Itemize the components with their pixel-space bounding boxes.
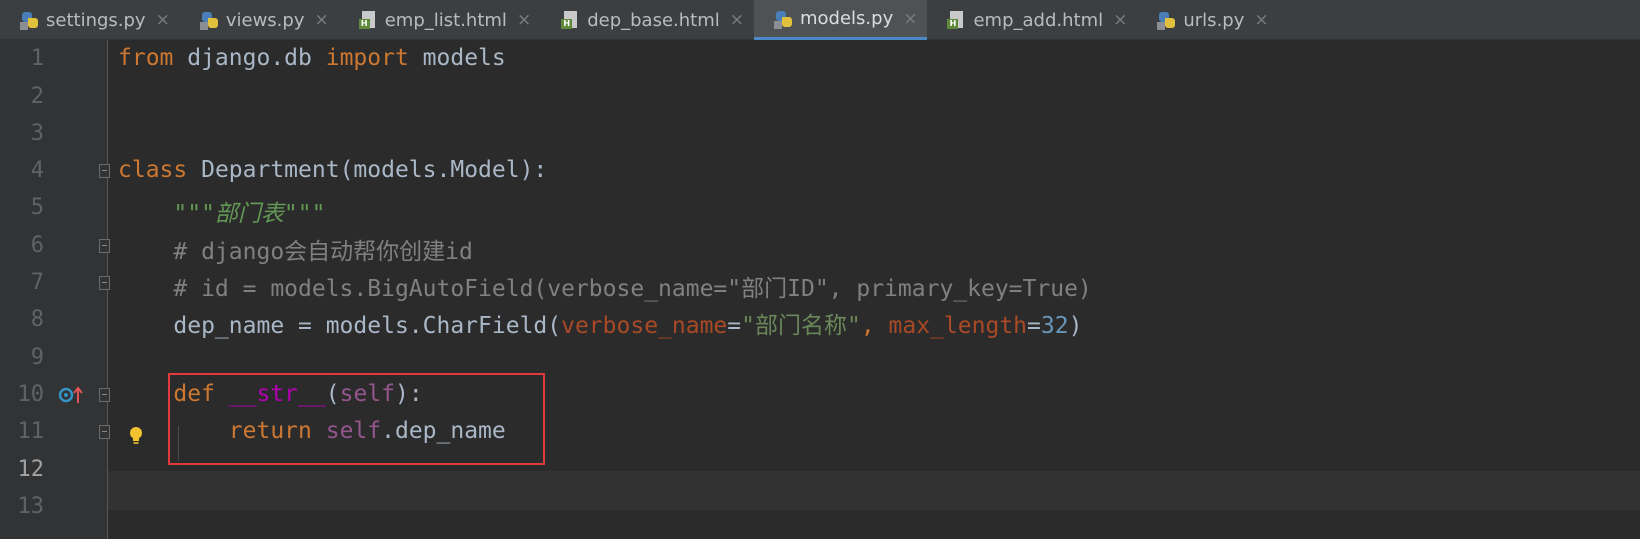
- html-file-icon: H: [358, 10, 379, 30]
- line-number: 8: [30, 307, 44, 332]
- code-line-4: class Department(models.Model):: [118, 157, 547, 183]
- code-editor[interactable]: 1 2 3 4 5 6 7 8 9 10 11 12 13 from djang…: [0, 40, 1640, 539]
- close-icon[interactable]: ×: [903, 9, 917, 29]
- line-number-current: 12: [17, 457, 45, 482]
- close-icon[interactable]: ×: [156, 10, 170, 30]
- python-file-icon: [20, 10, 40, 30]
- tab-label: settings.py: [46, 9, 146, 31]
- tab-label: emp_add.html: [973, 9, 1104, 31]
- tab-label: models.py: [800, 8, 894, 29]
- token-keyword: import: [325, 45, 409, 71]
- tab-emp-list-html[interactable]: H emp_list.html ×: [339, 0, 541, 40]
- tab-label: views.py: [225, 9, 305, 31]
- code-line-6: # django会自动帮你创建id: [118, 232, 473, 266]
- token-text: =: [1027, 313, 1041, 339]
- tab-urls-py[interactable]: urls.py ×: [1137, 0, 1278, 40]
- token-text: ): [1068, 313, 1083, 339]
- line-number: 3: [30, 121, 44, 146]
- caret-row-highlight: [0, 471, 1640, 510]
- code-line-5: """部门表""": [118, 194, 325, 228]
- token-kwarg: verbose_name: [561, 313, 728, 339]
- close-icon[interactable]: ×: [1254, 10, 1268, 30]
- token-keyword: class: [118, 157, 188, 183]
- token-docstring: """部门表""": [118, 201, 326, 227]
- override-method-icon[interactable]: [58, 385, 84, 405]
- line-number: 11: [17, 419, 45, 444]
- token-comment: # django会自动帮你创建id: [118, 239, 473, 265]
- line-number: 13: [17, 494, 45, 519]
- token-kwarg: max_length: [888, 313, 1028, 339]
- fold-toggle-icon[interactable]: [99, 425, 110, 439]
- token-number: 32: [1040, 313, 1069, 339]
- python-file-icon: [199, 10, 220, 30]
- html-file-icon: H: [561, 10, 581, 30]
- token-string: "部门名称": [741, 313, 861, 339]
- line-number: 5: [30, 195, 44, 220]
- code-line-1: from django.db import models: [118, 45, 506, 71]
- python-file-icon: [1157, 10, 1177, 30]
- editor-tab-bar: settings.py × views.py × H emp_list.html…: [0, 0, 1640, 40]
- tab-views-py[interactable]: views.py ×: [180, 0, 339, 40]
- tab-label: emp_list.html: [384, 9, 507, 31]
- line-number: 6: [30, 233, 44, 258]
- fold-toggle-icon[interactable]: [99, 276, 110, 290]
- html-file-icon: H: [947, 10, 967, 30]
- fold-toggle-icon[interactable]: [99, 239, 110, 253]
- token-text: Department(models.Model):: [187, 157, 548, 183]
- close-icon[interactable]: ×: [314, 10, 328, 30]
- highlight-annotation-box: [168, 373, 545, 465]
- line-number: 4: [30, 158, 44, 183]
- close-icon[interactable]: ×: [730, 10, 744, 30]
- tab-dep-base-html[interactable]: H dep_base.html ×: [541, 0, 754, 40]
- token-comment: # id = models.BigAutoField(verbose_name=…: [118, 276, 1092, 302]
- code-line-7: # id = models.BigAutoField(verbose_name=…: [118, 269, 1092, 303]
- tab-label: dep_base.html: [587, 9, 720, 31]
- token-punct: ,: [860, 313, 889, 339]
- token-text: django.db: [173, 45, 326, 71]
- tab-models-py[interactable]: models.py ×: [754, 0, 928, 40]
- line-number: 2: [30, 84, 44, 109]
- line-number: 7: [30, 270, 44, 295]
- fold-toggle-icon[interactable]: [99, 164, 110, 178]
- tab-label: urls.py: [1183, 9, 1245, 31]
- close-icon[interactable]: ×: [1113, 10, 1127, 30]
- close-icon[interactable]: ×: [517, 10, 531, 30]
- token-text: dep_name = models.CharField(: [118, 313, 562, 339]
- token-keyword: from: [118, 45, 174, 71]
- fold-toggle-icon[interactable]: [99, 388, 110, 402]
- line-number: 10: [17, 382, 45, 407]
- token-text: =: [727, 313, 742, 339]
- code-line-8: dep_name = models.CharField(verbose_name…: [118, 306, 1082, 340]
- line-number: 9: [30, 345, 44, 370]
- tab-settings-py[interactable]: settings.py ×: [0, 0, 180, 40]
- token-text: models: [408, 45, 506, 71]
- python-file-icon: [774, 9, 794, 29]
- line-number: 1: [30, 46, 44, 71]
- tab-emp-add-html[interactable]: H emp_add.html ×: [927, 0, 1137, 40]
